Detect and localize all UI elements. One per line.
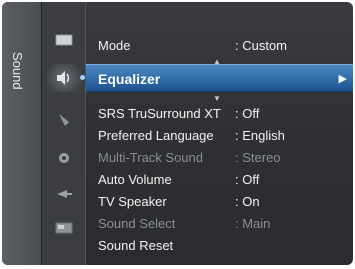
category-strip: Sound [2, 2, 42, 265]
menu-item-value: : Off [235, 172, 260, 187]
menu-item-value: : On [235, 194, 260, 209]
menu-item-label: Equalizer [98, 71, 161, 87]
menu-item-tv-speaker[interactable]: TV Speaker : On [86, 191, 353, 213]
menu-item-value: : Main [235, 216, 271, 231]
menu-item-equalizer[interactable]: Equalizer ▶ [86, 64, 353, 92]
menu-item-label: SRS TruSurround XT [98, 106, 221, 121]
sound-icon[interactable] [52, 68, 76, 88]
menu-item-label: Sound Reset [98, 238, 174, 253]
menu-item-mode[interactable]: Mode : Custom [86, 35, 353, 57]
menu-item-sound-select: Sound Select : Main [86, 213, 353, 235]
picture-icon[interactable] [52, 30, 76, 50]
menu-item-value: : Custom [235, 38, 288, 53]
sound-menu-list: Mode : Custom ▲ Equalizer ▶ ▼ SRS TruSur… [80, 2, 353, 265]
menu-item-multi-track-sound: Multi-Track Sound : Stereo [86, 147, 353, 169]
menu-item-label: Mode [98, 38, 131, 53]
input-icon[interactable] [52, 184, 76, 204]
menu-icon-column [42, 2, 86, 265]
menu-item-srs-trusurround[interactable]: SRS TruSurround XT : Off [86, 103, 353, 125]
scroll-down-indicator: ▼ [213, 94, 221, 103]
menu-item-auto-volume[interactable]: Auto Volume : Off [86, 169, 353, 191]
menu-item-sound-reset[interactable]: Sound Reset [86, 235, 353, 257]
menu-item-preferred-language[interactable]: Preferred Language : English [86, 125, 353, 147]
tv-menu-panel: Sound Mode : Custom ▲ Equalizer ▶ ▼ SRS … [2, 2, 353, 265]
menu-item-label: Multi-Track Sound [98, 150, 203, 165]
menu-item-value: : Stereo [235, 150, 281, 165]
menu-item-label: Preferred Language [98, 128, 214, 143]
menu-item-label: Sound Select [98, 216, 176, 231]
setup-icon[interactable] [52, 148, 76, 168]
application-icon[interactable] [52, 218, 76, 238]
submenu-arrow-icon: ▶ [338, 73, 347, 85]
category-label: Sound [10, 52, 25, 90]
selection-dot-icon [80, 75, 85, 80]
channel-icon[interactable] [52, 110, 76, 130]
menu-item-value: : Off [235, 106, 260, 121]
menu-item-value: : English [235, 128, 285, 143]
menu-item-label: Auto Volume [98, 172, 172, 187]
menu-item-label: TV Speaker [98, 194, 167, 209]
